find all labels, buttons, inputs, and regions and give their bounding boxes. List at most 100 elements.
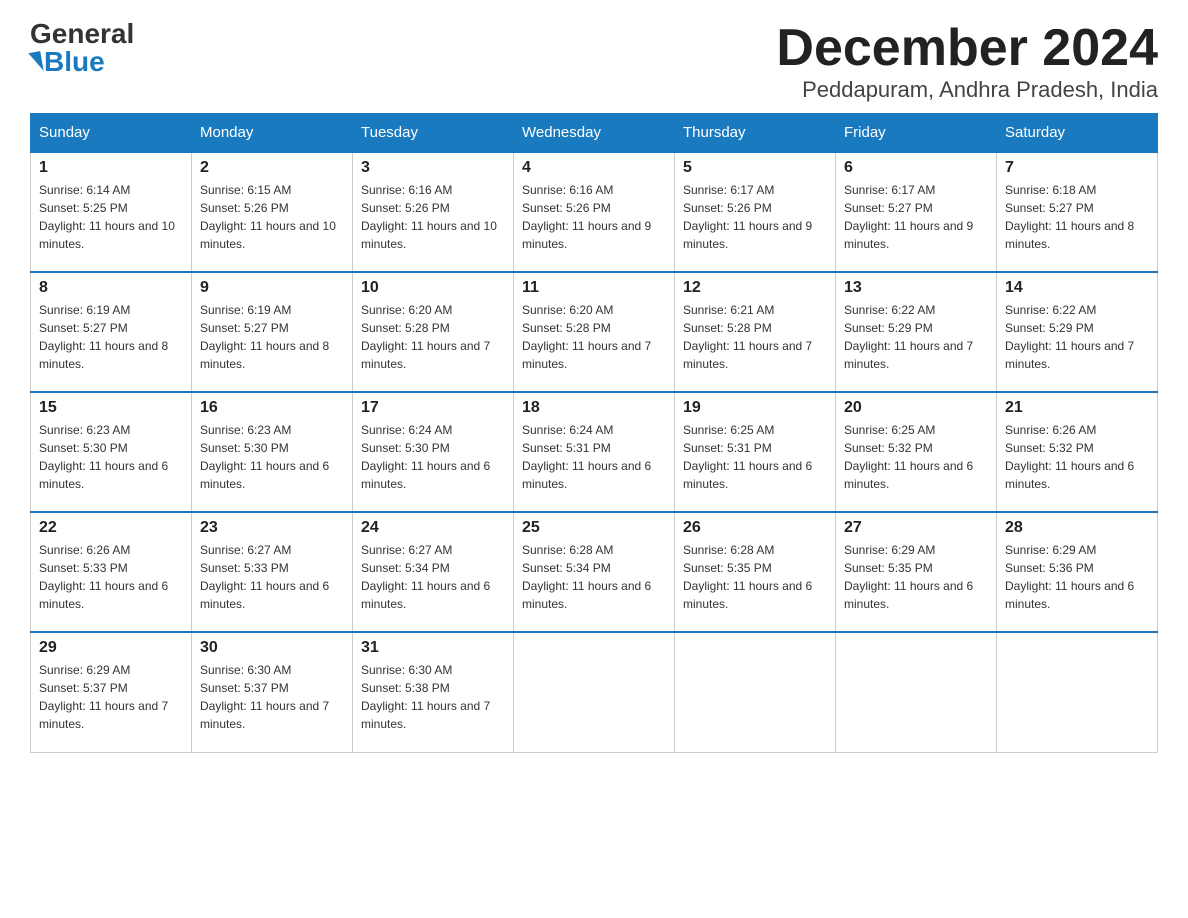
calendar-cell: 16 Sunrise: 6:23 AMSunset: 5:30 PMDaylig… bbox=[192, 392, 353, 512]
calendar-cell bbox=[836, 632, 997, 752]
header-tuesday: Tuesday bbox=[353, 114, 514, 153]
calendar-week-row: 8 Sunrise: 6:19 AMSunset: 5:27 PMDayligh… bbox=[31, 272, 1158, 392]
calendar-week-row: 29 Sunrise: 6:29 AMSunset: 5:37 PMDaylig… bbox=[31, 632, 1158, 752]
day-info: Sunrise: 6:18 AMSunset: 5:27 PMDaylight:… bbox=[1005, 183, 1134, 251]
calendar-cell: 31 Sunrise: 6:30 AMSunset: 5:38 PMDaylig… bbox=[353, 632, 514, 752]
header-wednesday: Wednesday bbox=[514, 114, 675, 153]
day-info: Sunrise: 6:26 AMSunset: 5:33 PMDaylight:… bbox=[39, 543, 168, 611]
logo-blue-text: Blue bbox=[30, 48, 105, 76]
calendar-cell: 11 Sunrise: 6:20 AMSunset: 5:28 PMDaylig… bbox=[514, 272, 675, 392]
day-info: Sunrise: 6:30 AMSunset: 5:38 PMDaylight:… bbox=[361, 663, 490, 731]
calendar-cell: 25 Sunrise: 6:28 AMSunset: 5:34 PMDaylig… bbox=[514, 512, 675, 632]
day-info: Sunrise: 6:20 AMSunset: 5:28 PMDaylight:… bbox=[361, 303, 490, 371]
calendar-cell: 19 Sunrise: 6:25 AMSunset: 5:31 PMDaylig… bbox=[675, 392, 836, 512]
logo-general-text: General bbox=[30, 20, 134, 48]
calendar-cell: 9 Sunrise: 6:19 AMSunset: 5:27 PMDayligh… bbox=[192, 272, 353, 392]
calendar-cell: 22 Sunrise: 6:26 AMSunset: 5:33 PMDaylig… bbox=[31, 512, 192, 632]
header-friday: Friday bbox=[836, 114, 997, 153]
calendar-cell: 8 Sunrise: 6:19 AMSunset: 5:27 PMDayligh… bbox=[31, 272, 192, 392]
calendar-week-row: 15 Sunrise: 6:23 AMSunset: 5:30 PMDaylig… bbox=[31, 392, 1158, 512]
day-number: 8 bbox=[39, 279, 183, 297]
calendar-cell: 21 Sunrise: 6:26 AMSunset: 5:32 PMDaylig… bbox=[997, 392, 1158, 512]
day-number: 22 bbox=[39, 519, 183, 537]
day-info: Sunrise: 6:25 AMSunset: 5:31 PMDaylight:… bbox=[683, 423, 812, 491]
calendar-cell: 20 Sunrise: 6:25 AMSunset: 5:32 PMDaylig… bbox=[836, 392, 997, 512]
page-header: General Blue December 2024 Peddapuram, A… bbox=[30, 20, 1158, 103]
calendar-cell: 10 Sunrise: 6:20 AMSunset: 5:28 PMDaylig… bbox=[353, 272, 514, 392]
calendar-cell: 18 Sunrise: 6:24 AMSunset: 5:31 PMDaylig… bbox=[514, 392, 675, 512]
calendar-week-row: 1 Sunrise: 6:14 AMSunset: 5:25 PMDayligh… bbox=[31, 152, 1158, 272]
day-info: Sunrise: 6:30 AMSunset: 5:37 PMDaylight:… bbox=[200, 663, 329, 731]
day-info: Sunrise: 6:29 AMSunset: 5:35 PMDaylight:… bbox=[844, 543, 973, 611]
calendar-cell: 24 Sunrise: 6:27 AMSunset: 5:34 PMDaylig… bbox=[353, 512, 514, 632]
day-number: 13 bbox=[844, 279, 988, 297]
title-block: December 2024 Peddapuram, Andhra Pradesh… bbox=[776, 20, 1158, 103]
calendar-cell: 23 Sunrise: 6:27 AMSunset: 5:33 PMDaylig… bbox=[192, 512, 353, 632]
calendar-title: December 2024 bbox=[776, 20, 1158, 77]
day-number: 19 bbox=[683, 399, 827, 417]
day-number: 29 bbox=[39, 639, 183, 657]
day-info: Sunrise: 6:19 AMSunset: 5:27 PMDaylight:… bbox=[39, 303, 168, 371]
calendar-header: Sunday Monday Tuesday Wednesday Thursday… bbox=[31, 114, 1158, 153]
day-number: 28 bbox=[1005, 519, 1149, 537]
day-info: Sunrise: 6:29 AMSunset: 5:37 PMDaylight:… bbox=[39, 663, 168, 731]
day-number: 14 bbox=[1005, 279, 1149, 297]
day-number: 16 bbox=[200, 399, 344, 417]
day-info: Sunrise: 6:14 AMSunset: 5:25 PMDaylight:… bbox=[39, 183, 175, 251]
day-info: Sunrise: 6:24 AMSunset: 5:31 PMDaylight:… bbox=[522, 423, 651, 491]
header-monday: Monday bbox=[192, 114, 353, 153]
day-number: 21 bbox=[1005, 399, 1149, 417]
day-number: 18 bbox=[522, 399, 666, 417]
calendar-cell: 14 Sunrise: 6:22 AMSunset: 5:29 PMDaylig… bbox=[997, 272, 1158, 392]
day-number: 7 bbox=[1005, 159, 1149, 177]
calendar-cell: 30 Sunrise: 6:30 AMSunset: 5:37 PMDaylig… bbox=[192, 632, 353, 752]
day-info: Sunrise: 6:25 AMSunset: 5:32 PMDaylight:… bbox=[844, 423, 973, 491]
day-number: 9 bbox=[200, 279, 344, 297]
calendar-table: Sunday Monday Tuesday Wednesday Thursday… bbox=[30, 113, 1158, 753]
header-sunday: Sunday bbox=[31, 114, 192, 153]
day-number: 26 bbox=[683, 519, 827, 537]
day-number: 11 bbox=[522, 279, 666, 297]
header-row: Sunday Monday Tuesday Wednesday Thursday… bbox=[31, 114, 1158, 153]
calendar-cell: 28 Sunrise: 6:29 AMSunset: 5:36 PMDaylig… bbox=[997, 512, 1158, 632]
day-info: Sunrise: 6:28 AMSunset: 5:34 PMDaylight:… bbox=[522, 543, 651, 611]
calendar-cell: 7 Sunrise: 6:18 AMSunset: 5:27 PMDayligh… bbox=[997, 152, 1158, 272]
day-number: 2 bbox=[200, 159, 344, 177]
day-info: Sunrise: 6:22 AMSunset: 5:29 PMDaylight:… bbox=[844, 303, 973, 371]
day-number: 5 bbox=[683, 159, 827, 177]
calendar-cell: 29 Sunrise: 6:29 AMSunset: 5:37 PMDaylig… bbox=[31, 632, 192, 752]
day-info: Sunrise: 6:20 AMSunset: 5:28 PMDaylight:… bbox=[522, 303, 651, 371]
day-info: Sunrise: 6:16 AMSunset: 5:26 PMDaylight:… bbox=[522, 183, 651, 251]
calendar-week-row: 22 Sunrise: 6:26 AMSunset: 5:33 PMDaylig… bbox=[31, 512, 1158, 632]
day-number: 6 bbox=[844, 159, 988, 177]
location-subtitle: Peddapuram, Andhra Pradesh, India bbox=[776, 77, 1158, 103]
day-info: Sunrise: 6:27 AMSunset: 5:34 PMDaylight:… bbox=[361, 543, 490, 611]
day-number: 15 bbox=[39, 399, 183, 417]
day-number: 10 bbox=[361, 279, 505, 297]
calendar-cell: 3 Sunrise: 6:16 AMSunset: 5:26 PMDayligh… bbox=[353, 152, 514, 272]
day-info: Sunrise: 6:23 AMSunset: 5:30 PMDaylight:… bbox=[200, 423, 329, 491]
day-info: Sunrise: 6:27 AMSunset: 5:33 PMDaylight:… bbox=[200, 543, 329, 611]
calendar-cell: 2 Sunrise: 6:15 AMSunset: 5:26 PMDayligh… bbox=[192, 152, 353, 272]
day-number: 31 bbox=[361, 639, 505, 657]
calendar-cell: 4 Sunrise: 6:16 AMSunset: 5:26 PMDayligh… bbox=[514, 152, 675, 272]
calendar-cell: 6 Sunrise: 6:17 AMSunset: 5:27 PMDayligh… bbox=[836, 152, 997, 272]
day-number: 25 bbox=[522, 519, 666, 537]
calendar-cell bbox=[997, 632, 1158, 752]
logo-triangle-icon bbox=[28, 51, 43, 73]
calendar-cell: 15 Sunrise: 6:23 AMSunset: 5:30 PMDaylig… bbox=[31, 392, 192, 512]
day-info: Sunrise: 6:17 AMSunset: 5:27 PMDaylight:… bbox=[844, 183, 973, 251]
day-info: Sunrise: 6:21 AMSunset: 5:28 PMDaylight:… bbox=[683, 303, 812, 371]
header-thursday: Thursday bbox=[675, 114, 836, 153]
day-number: 17 bbox=[361, 399, 505, 417]
day-info: Sunrise: 6:29 AMSunset: 5:36 PMDaylight:… bbox=[1005, 543, 1134, 611]
day-info: Sunrise: 6:26 AMSunset: 5:32 PMDaylight:… bbox=[1005, 423, 1134, 491]
day-info: Sunrise: 6:22 AMSunset: 5:29 PMDaylight:… bbox=[1005, 303, 1134, 371]
day-number: 27 bbox=[844, 519, 988, 537]
day-number: 12 bbox=[683, 279, 827, 297]
day-info: Sunrise: 6:28 AMSunset: 5:35 PMDaylight:… bbox=[683, 543, 812, 611]
day-info: Sunrise: 6:24 AMSunset: 5:30 PMDaylight:… bbox=[361, 423, 490, 491]
header-saturday: Saturday bbox=[997, 114, 1158, 153]
day-number: 3 bbox=[361, 159, 505, 177]
logo: General Blue bbox=[30, 20, 134, 76]
